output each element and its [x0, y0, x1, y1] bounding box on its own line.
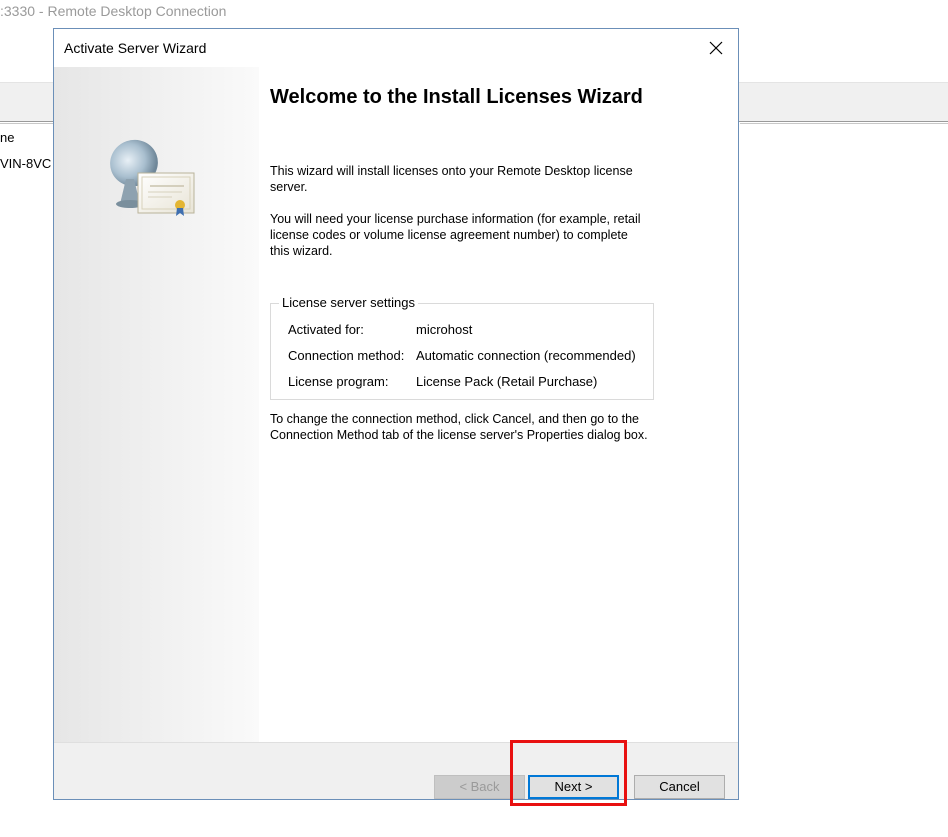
next-button[interactable]: Next > [528, 775, 619, 799]
close-icon[interactable] [694, 29, 738, 67]
activated-for-label: Activated for: [288, 322, 364, 337]
wizard-heading: Welcome to the Install Licenses Wizard [270, 86, 643, 108]
wizard-footer: < Back Next > Cancel [54, 743, 738, 799]
background-server-name[interactable]: VIN-8VC [0, 156, 51, 171]
license-server-settings-group: License server settings Activated for: m… [270, 295, 654, 400]
wizard-side-panel [54, 67, 259, 742]
license-program-label: License program: [288, 374, 389, 389]
dialog-titlebar[interactable]: Activate Server Wizard [54, 29, 738, 67]
background-divider-right [740, 123, 948, 124]
dialog-title: Activate Server Wizard [64, 40, 207, 56]
license-certificate-icon [110, 139, 195, 216]
wizard-note-text: To change the connection method, click C… [270, 412, 648, 442]
cancel-button[interactable]: Cancel [634, 775, 725, 799]
license-program-value: License Pack (Retail Purchase) [416, 374, 598, 389]
wizard-intro-text: This wizard will install licenses onto y… [270, 164, 633, 194]
background-divider-left [0, 123, 53, 124]
background-column-header: ne [0, 130, 15, 145]
connection-method-value: Automatic connection (recommended) [416, 348, 636, 363]
group-label: License server settings [279, 295, 418, 310]
remote-desktop-title: :3330 - Remote Desktop Connection [0, 3, 227, 19]
wizard-info-text: You will need your license purchase info… [270, 212, 641, 258]
connection-method-label: Connection method: [288, 348, 405, 363]
activate-server-wizard-dialog: Activate Server Wizard Welcome to the In… [53, 28, 739, 800]
back-button[interactable]: < Back [434, 775, 525, 799]
activated-for-value: microhost [416, 322, 473, 337]
